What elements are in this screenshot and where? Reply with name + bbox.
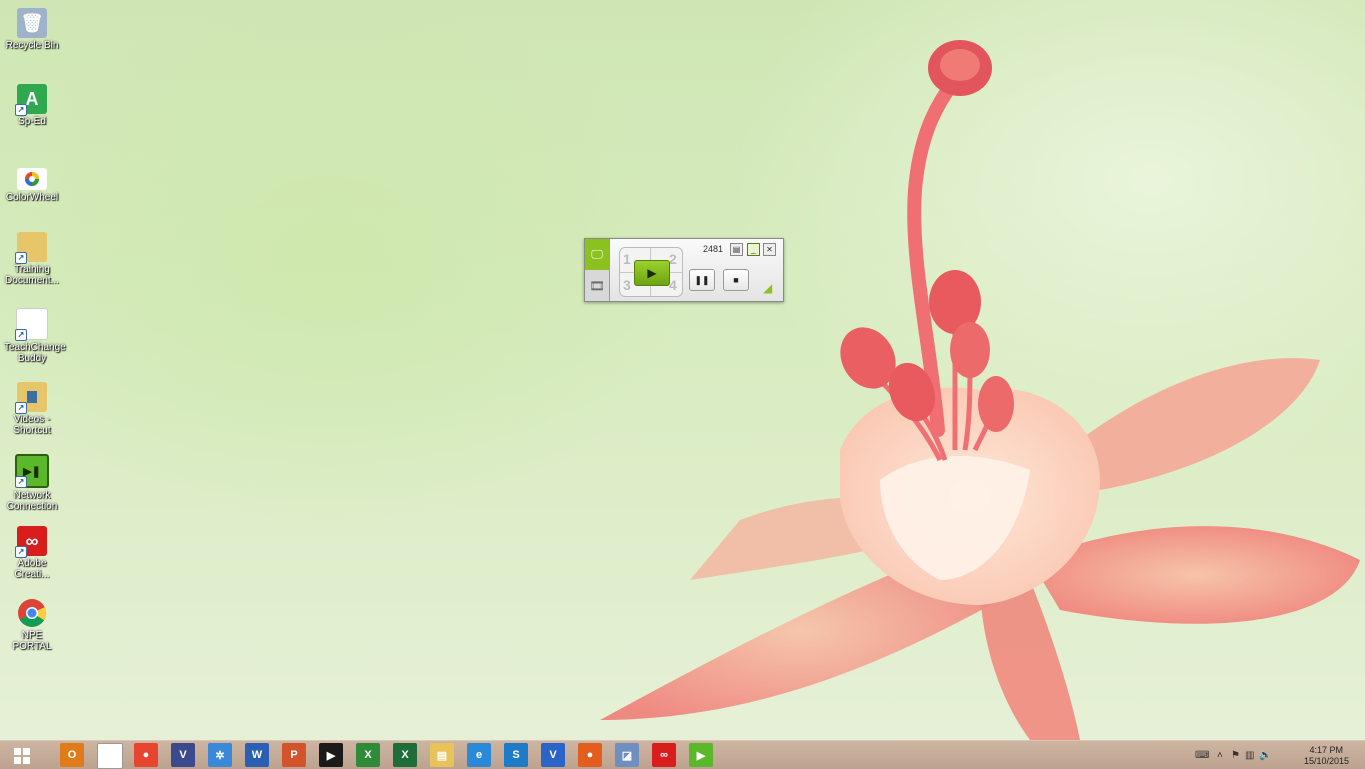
excel-chart-icon: X — [364, 749, 372, 761]
skype-s-icon: S — [512, 749, 520, 761]
video-recorder-icon: ▶ — [326, 749, 336, 762]
grid-number-3: 3 — [623, 277, 631, 293]
chrome-icon — [17, 598, 47, 628]
outlook-icon: O — [67, 749, 77, 761]
taskbar-word-button[interactable]: W — [245, 743, 269, 767]
taskbar-file-explorer-button[interactable]: ▤ — [430, 743, 454, 767]
vnc-viewer-icon: V — [179, 749, 187, 761]
taskbar-video-recorder-button[interactable]: ▶ — [319, 743, 343, 767]
grid-number-2: 2 — [669, 251, 677, 267]
desktop-icon-adobe-creative[interactable]: ∞ ↗ Adobe Creati... — [4, 526, 60, 580]
taskbar-firefox-button[interactable]: ● — [578, 743, 602, 767]
desktop-icon-label: Adobe Creati... — [14, 558, 50, 580]
clock-time[interactable]: 4:17 PM — [1309, 745, 1343, 755]
desktop-icon-label: Sp-Ed — [18, 116, 46, 127]
taskbar-settings-app-button[interactable]: ✲ — [208, 743, 232, 767]
desktop-icon-label: TeachChange Buddy — [4, 342, 66, 364]
close-button[interactable]: ✕ — [763, 243, 776, 256]
desktop-icon-label: Network Connection — [6, 490, 58, 512]
videos-folder-icon: ↗ — [15, 382, 47, 414]
flag-icon[interactable]: ⚑ — [1231, 750, 1240, 761]
desktop-icon-label: NPE PORTAL — [12, 630, 52, 652]
taskbar-skype-s-button[interactable]: S — [504, 743, 528, 767]
taskbar-chrome-button[interactable]: ● — [134, 743, 158, 767]
minimize-button[interactable]: _ — [747, 243, 760, 256]
taskbar: O ● V ✲ W P ▶ X X ▤ e S V ● ◪ ∞ ▶ ⌨ ˄ ⚑ ▥ 🔈 4:17 PM 15/1… — [0, 740, 1365, 769]
film-icon: 🎞 — [589, 278, 605, 293]
volume-icon[interactable]: 🔈 — [1259, 750, 1271, 761]
taskbar-outlook-button[interactable]: O — [60, 743, 84, 767]
screen-mode-button[interactable]: 🖵 — [585, 239, 609, 270]
desktop-icon-label: ColorWheel — [5, 192, 59, 203]
desktop-icon-sp-ed[interactable]: A ↗ Sp-Ed — [4, 84, 60, 127]
folder-icon: ↗ — [15, 232, 47, 264]
firefox-icon: ● — [586, 749, 594, 761]
desktop-icon-network-connection[interactable]: ▶❚ ↗ Network Connection — [4, 454, 60, 512]
desktop-icon-training-documents[interactable]: ↗ Training Document... — [4, 232, 60, 286]
taskbar-excel-button[interactable]: X — [393, 743, 417, 767]
network-connection-icon: ▶ — [696, 749, 706, 762]
powerpoint-icon: P — [290, 749, 298, 761]
desktop-icon-label: Recycle Bin — [5, 40, 59, 51]
adobe-creative-cloud-icon: ∞ ↗ — [15, 526, 47, 558]
grid-number-4: 4 — [669, 277, 677, 293]
taskbar-network-connection-button[interactable]: ▶ — [689, 743, 713, 767]
desktop-icon-label: Training Document... — [5, 264, 59, 286]
pause-button[interactable]: ❚❚ — [689, 269, 715, 291]
taskbar-app-v-button[interactable]: V — [541, 743, 565, 767]
taskbar-powerpoint-button[interactable]: P — [282, 743, 306, 767]
color-wheel-icon — [17, 168, 47, 190]
app-a-icon: A ↗ — [15, 84, 47, 116]
recycle-bin-icon: 🗑 — [17, 8, 47, 38]
chevron-up-icon[interactable]: ˄ — [1217, 750, 1223, 761]
adobe-cc-icon: ∞ — [660, 749, 668, 761]
taskbar-notes-app-button[interactable]: ◪ — [615, 743, 639, 767]
flower-wallpaper — [600, 40, 1360, 740]
taskbar-internet-explorer-button[interactable]: e — [467, 743, 491, 767]
system-tray: ⌨ ˄ ⚑ ▥ 🔈 4:17 PM 15/10/2015 — [1187, 741, 1357, 769]
document-icon: ↗ — [15, 308, 48, 341]
chrome-icon: ● — [142, 749, 150, 761]
play-button[interactable]: ▶ — [634, 260, 670, 286]
desktop-icon-teachchange-buddy[interactable]: ↗ TeachChange Buddy — [4, 308, 66, 364]
screen-icon: 🖵 — [591, 247, 603, 261]
taskbar-excel-chart-button[interactable]: X — [356, 743, 380, 767]
player-mode-sidebar: 🖵 🎞 — [585, 239, 610, 301]
desktop-icon-label: Videos - Shortcut — [13, 414, 51, 436]
file-explorer-icon: ▤ — [436, 749, 448, 762]
internet-explorer-icon: e — [475, 749, 483, 761]
desktop-icon-recycle-bin[interactable]: 🗑 Recycle Bin — [4, 8, 60, 51]
play-icon: ▶ — [647, 266, 657, 280]
network-icon[interactable]: ▥ — [1245, 750, 1254, 761]
desktop-icon-videos-shortcut[interactable]: ↗ Videos - Shortcut — [4, 382, 60, 436]
desktop-icon-npe-portal[interactable]: NPE PORTAL — [4, 598, 60, 652]
clock-date[interactable]: 15/10/2015 — [1304, 756, 1349, 766]
stop-button[interactable]: ■ — [723, 269, 749, 291]
taskbar-adobe-cc-button[interactable]: ∞ — [652, 743, 676, 767]
taskbar-file-button[interactable] — [97, 743, 123, 769]
video-player-widget[interactable]: 🖵 🎞 1 2 3 4 ▶ ❚❚ ■ 2481 ▤ _ ✕ ◢ — [584, 238, 784, 302]
stop-icon: ■ — [733, 275, 739, 285]
signal-icon: ◢ — [763, 281, 773, 295]
film-mode-button[interactable]: 🎞 — [585, 270, 609, 301]
grid-number-1: 1 — [623, 251, 631, 267]
frame-counter: 2481 — [703, 244, 724, 254]
keyboard-icon[interactable]: ⌨ — [1195, 750, 1209, 761]
settings-button[interactable]: ▤ — [730, 243, 743, 256]
layout-grid[interactable]: 1 2 3 4 ▶ — [619, 247, 683, 297]
start-button[interactable] — [10, 743, 34, 767]
word-icon: W — [251, 749, 263, 761]
excel-icon: X — [401, 749, 409, 761]
network-connection-icon: ▶❚ ↗ — [15, 454, 49, 488]
pause-icon: ❚❚ — [694, 274, 710, 285]
settings-app-icon: ✲ — [215, 749, 225, 762]
notes-app-icon: ◪ — [621, 749, 633, 762]
desktop-icon-colorwheel[interactable]: ColorWheel — [4, 168, 60, 203]
desktop-background: 🗑 Recycle Bin A ↗ Sp-Ed ColorWheel ↗ Trai… — [0, 0, 1365, 740]
taskbar-vnc-viewer-button[interactable]: V — [171, 743, 195, 767]
app-v-icon: V — [549, 749, 557, 761]
